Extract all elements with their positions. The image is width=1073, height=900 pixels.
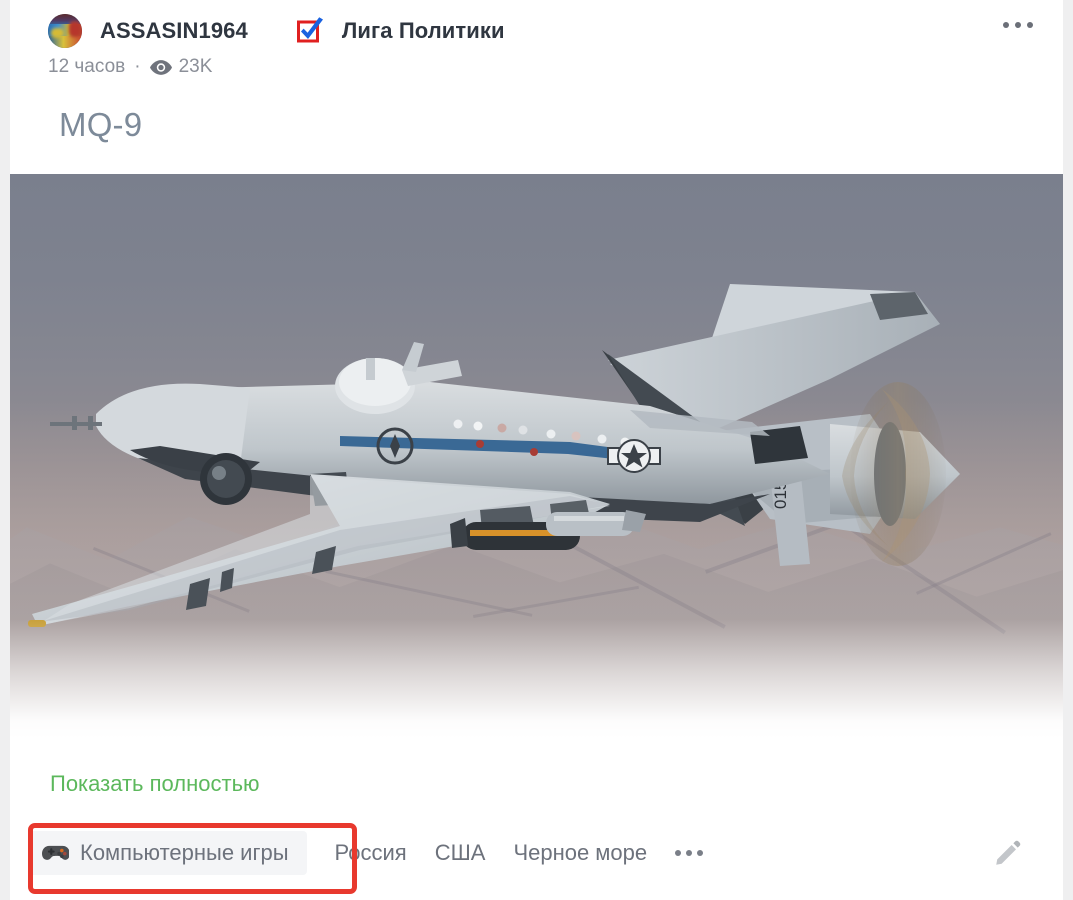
post-meta: 12 часов · 23K: [48, 56, 1033, 78]
more-dot: [1027, 22, 1033, 28]
tags-more-button[interactable]: [673, 840, 705, 866]
post-header: ASSASIN1964 Лига Политики 12 часов · 23K: [10, 0, 1063, 96]
tag-label: Компьютерные игры: [80, 840, 289, 865]
community-link[interactable]: Лига Политики: [296, 16, 505, 46]
page-root: ASSASIN1964 Лига Политики 12 часов · 23K…: [0, 0, 1073, 900]
tag-computer-games[interactable]: Компьютерные игры: [28, 831, 307, 875]
avatar-blob-red: [69, 21, 81, 38]
pencil-icon: [996, 840, 1021, 865]
tag-russia[interactable]: Россия: [335, 840, 407, 866]
post-card: ASSASIN1964 Лига Политики 12 часов · 23K…: [10, 0, 1063, 900]
edit-tags-button[interactable]: [993, 838, 1023, 868]
post-footer: Показать полностью Компьютерные игры Рос…: [10, 739, 1063, 884]
post-image[interactable]: 015: [10, 174, 1063, 739]
more-dot: [1003, 22, 1009, 28]
gamepad-icon: [42, 843, 70, 863]
author-name[interactable]: ASSASIN1964: [100, 18, 248, 44]
more-dot: [675, 850, 682, 856]
verified-checkbox-icon: [296, 16, 326, 46]
views-count: 23K: [178, 56, 213, 77]
show-full-link[interactable]: Показать полностью: [50, 771, 260, 797]
post-title[interactable]: MQ-9: [10, 96, 1063, 145]
image-bottom-fade: [10, 619, 1063, 739]
more-dot: [686, 850, 693, 856]
more-dot: [1015, 22, 1021, 28]
post-more-menu-button[interactable]: [995, 14, 1041, 36]
post-time: 12 часов: [48, 56, 126, 77]
tag-black-sea[interactable]: Черное море: [513, 840, 647, 866]
eye-icon: [149, 59, 172, 75]
tags-row: Компьютерные игры Россия США Черное море: [10, 822, 1063, 884]
community-name: Лига Политики: [341, 18, 505, 43]
tag-usa[interactable]: США: [435, 840, 486, 866]
meta-separator: ·: [134, 56, 141, 77]
avatar-blob-yellow: [50, 27, 65, 38]
page-gutter: [0, 0, 10, 900]
author-row: ASSASIN1964 Лига Политики: [48, 12, 1033, 50]
avatar[interactable]: [48, 14, 82, 48]
more-dot: [697, 850, 704, 856]
